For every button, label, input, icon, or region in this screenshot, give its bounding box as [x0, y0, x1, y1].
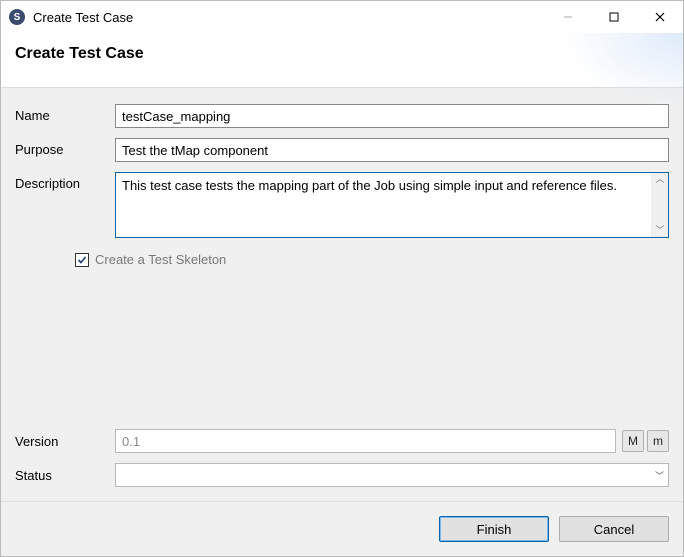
check-icon — [77, 255, 87, 265]
description-scrollbar[interactable]: ︿ ﹀ — [651, 173, 668, 237]
description-textarea[interactable]: This test case tests the mapping part of… — [116, 173, 651, 237]
titlebar: S Create Test Case — [1, 1, 683, 33]
maximize-button[interactable] — [591, 1, 637, 33]
skeleton-checkbox-label: Create a Test Skeleton — [95, 252, 226, 267]
skeleton-checkbox[interactable] — [75, 253, 89, 267]
scroll-down-icon: ﹀ — [655, 226, 664, 235]
version-input — [115, 429, 616, 453]
button-bar: Finish Cancel — [1, 502, 683, 556]
finish-button[interactable]: Finish — [439, 516, 549, 542]
purpose-input[interactable] — [115, 138, 669, 162]
form-area: Name Purpose Description This test case … — [1, 87, 683, 502]
app-icon: S — [9, 9, 25, 25]
version-label: Version — [15, 434, 109, 449]
close-button[interactable] — [637, 1, 683, 33]
name-input[interactable] — [115, 104, 669, 128]
cancel-button[interactable]: Cancel — [559, 516, 669, 542]
window-title: Create Test Case — [33, 10, 133, 25]
version-minor-button[interactable]: m — [647, 430, 669, 452]
skeleton-checkbox-row[interactable]: Create a Test Skeleton — [75, 252, 669, 267]
name-label: Name — [15, 104, 109, 123]
minimize-button[interactable] — [545, 1, 591, 33]
version-major-button[interactable]: M — [622, 430, 644, 452]
description-field-wrap: This test case tests the mapping part of… — [115, 172, 669, 238]
scroll-up-icon: ︿ — [655, 175, 664, 184]
dialog-header: Create Test Case — [1, 33, 683, 87]
status-label: Status — [15, 468, 109, 483]
purpose-label: Purpose — [15, 138, 109, 157]
description-label: Description — [15, 172, 109, 191]
chevron-down-icon: ﹀ — [655, 469, 664, 482]
status-select[interactable]: ﹀ — [115, 463, 669, 487]
dialog-heading: Create Test Case — [15, 45, 669, 63]
